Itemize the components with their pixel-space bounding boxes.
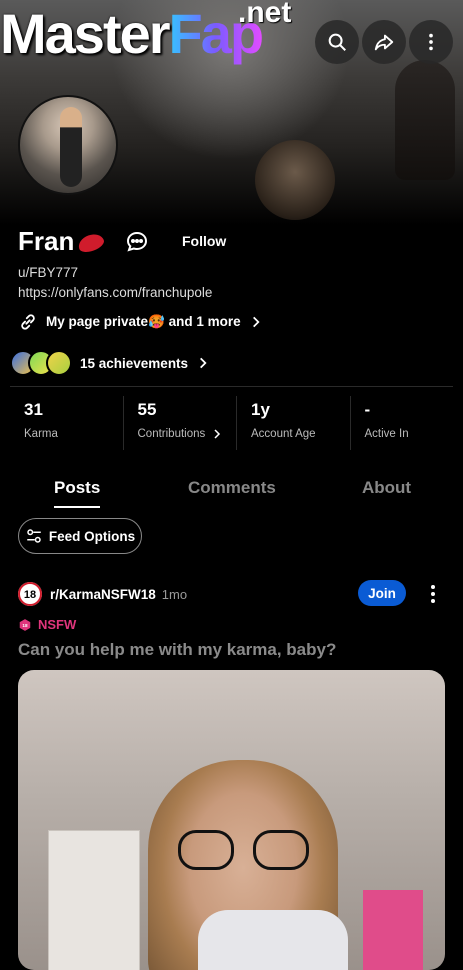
stat-account-age: 1y Account Age [237, 396, 351, 450]
eighteen-plus-icon: 18 [18, 582, 42, 606]
search-icon [326, 31, 348, 53]
stat-label: Contributions [138, 428, 206, 440]
banner-figure [395, 60, 455, 180]
logo-net: .net [238, 0, 291, 28]
site-logo[interactable]: MasterFap .net [0, 6, 262, 62]
post-time: 1mo [162, 587, 187, 602]
chevron-right-icon [196, 356, 210, 370]
stats-row: 31 Karma 55 Contributions 1y Account Age… [10, 396, 463, 450]
achievements-label-wrap: 15 achievements [80, 356, 210, 371]
stat-active-in: - Active In [351, 396, 463, 450]
banner-head [255, 140, 335, 220]
stat-value: - [365, 400, 463, 420]
stat-karma: 31 Karma [10, 396, 124, 450]
chevron-right-icon [211, 428, 223, 440]
subreddit-icon[interactable]: 18 [18, 582, 42, 606]
link-icon [18, 312, 38, 332]
nsfw-tag: 18 NSFW [18, 617, 76, 632]
post-header: 18 r/KarmaNSFW18 1mo Join [18, 580, 448, 608]
more-options-button[interactable] [409, 20, 453, 64]
avatar[interactable] [18, 95, 118, 195]
image-glasses [253, 830, 309, 870]
svg-text:18: 18 [22, 622, 28, 627]
social-links-label: My page private🥵 and 1 more [46, 314, 241, 330]
stat-contributions[interactable]: 55 Contributions [124, 396, 238, 450]
profile-tabs: Posts Comments About [0, 472, 463, 512]
feed-options-label: Feed Options [49, 529, 135, 544]
chevron-right-icon [249, 315, 263, 329]
join-button[interactable]: Join [358, 580, 406, 606]
stat-label: Active In [365, 428, 409, 440]
feed-options-button[interactable]: Feed Options [18, 518, 142, 554]
post-title[interactable]: Can you help me with my karma, baby? [18, 640, 336, 660]
achievements[interactable]: 15 achievements [10, 350, 210, 376]
profile-link[interactable]: https://onlyfans.com/franchupole [18, 285, 212, 300]
tab-about[interactable]: About [362, 478, 411, 498]
nsfw-icon: 18 [18, 618, 32, 632]
more-vertical-icon[interactable] [426, 582, 440, 606]
image-cabinet [48, 830, 140, 970]
stat-value: 55 [138, 400, 237, 420]
stat-label: Account Age [251, 428, 316, 440]
search-button[interactable] [315, 20, 359, 64]
active-tab-indicator [54, 506, 100, 508]
subreddit-badge-text: 18 [24, 589, 36, 601]
lips-emoji-icon [76, 231, 106, 255]
stat-label: Karma [24, 428, 58, 440]
tab-posts[interactable]: Posts [54, 478, 100, 498]
follow-button[interactable]: Follow [182, 233, 226, 249]
stat-value: 1y [251, 400, 350, 420]
image-shirt [198, 910, 348, 970]
tab-comments[interactable]: Comments [188, 478, 276, 498]
more-vertical-icon [420, 31, 442, 53]
feed-options-icon [25, 527, 43, 545]
logo-master: Master [0, 2, 169, 65]
nsfw-label: NSFW [38, 617, 76, 632]
stat-value: 31 [24, 400, 123, 420]
display-name: Fran [18, 226, 74, 256]
share-button[interactable] [362, 20, 406, 64]
divider [10, 386, 453, 387]
share-icon [373, 31, 395, 53]
achievements-label: 15 achievements [80, 356, 188, 371]
subreddit-name[interactable]: r/KarmaNSFW18 [50, 587, 156, 602]
profile-name: Fran [18, 226, 104, 257]
post-image[interactable] [18, 670, 445, 970]
chat-icon[interactable] [125, 230, 149, 254]
image-curtain [363, 890, 423, 970]
username: u/FBY777 [18, 265, 78, 280]
social-links[interactable]: My page private🥵 and 1 more [18, 312, 263, 332]
achievement-badge-icon [46, 350, 72, 376]
image-glasses [178, 830, 234, 870]
avatar-person [60, 107, 82, 187]
